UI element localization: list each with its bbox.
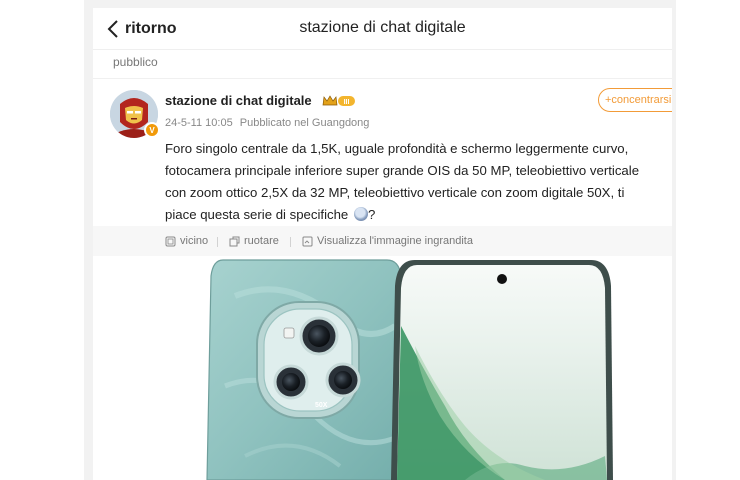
nearby-label: vicino — [180, 235, 209, 247]
level-badge-text: III — [344, 99, 350, 106]
rotate-button[interactable]: ruotare — [229, 235, 279, 247]
author-name[interactable]: stazione di chat digitale — [165, 93, 312, 108]
post-location: Pubblicato nel Guangdong — [239, 117, 370, 129]
post-date: 24-5-11 10:05 — [165, 117, 233, 129]
post-image[interactable]: 50X — [165, 256, 655, 480]
visibility-label: pubblico — [113, 55, 158, 69]
sticker-emoji-icon — [353, 207, 368, 221]
crown-level-icon: III — [322, 95, 355, 106]
post-meta: 24-5-11 10:05 Pubblicato nel Guangdong — [165, 117, 369, 129]
post-suffix: ? — [367, 207, 376, 222]
view-large-label: Visualizza l'immagine ingrandita — [317, 235, 473, 247]
rotate-icon — [229, 236, 240, 246]
verified-badge: V — [144, 122, 160, 138]
post-card: ritorno stazione di chat digitale pubbli… — [93, 8, 672, 480]
zoom-label: 50X — [315, 402, 328, 409]
top-bar: ritorno stazione di chat digitale — [93, 8, 672, 50]
phone-photo-icon: 50X — [165, 256, 655, 480]
action-bar: vicino ruotare Visualizza l'immagine ing… — [93, 226, 672, 256]
nearby-button[interactable]: vicino — [165, 235, 208, 247]
follow-button[interactable]: +concentrarsi s — [598, 88, 672, 112]
separator — [217, 237, 218, 247]
location-icon — [165, 236, 176, 246]
page-title: stazione di chat digitale — [299, 19, 466, 36]
post-body: Foro singolo centrale da 1,5K, uguale pr… — [165, 141, 640, 222]
rotate-label: ruotare — [244, 235, 279, 247]
divider — [93, 78, 672, 79]
magnify-icon — [302, 236, 313, 246]
view-large-button[interactable]: Visualizza l'immagine ingrandita — [302, 235, 473, 247]
page-margin — [0, 0, 84, 480]
post-text: Foro singolo centrale da 1,5K, uguale pr… — [165, 138, 655, 226]
separator — [290, 237, 291, 247]
